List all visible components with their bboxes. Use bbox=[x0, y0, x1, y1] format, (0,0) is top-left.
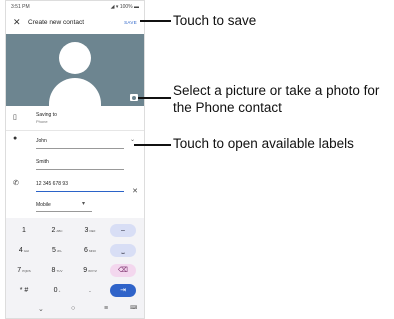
key[interactable]: 5JKL bbox=[44, 244, 70, 257]
key[interactable]: 2ABC bbox=[44, 224, 70, 237]
phone-number-field[interactable]: 12 345 678 93 bbox=[36, 181, 68, 187]
wifi-icon: ▾ bbox=[115, 4, 119, 10]
save-button[interactable]: SAVE bbox=[124, 20, 137, 25]
page-title: Create new contact bbox=[28, 19, 85, 26]
status-time: 3:51 PM bbox=[11, 4, 30, 10]
key[interactable]: 4GHI bbox=[11, 244, 37, 257]
key-label: 8 bbox=[51, 267, 56, 274]
back-icon[interactable]: ⌄ bbox=[38, 305, 44, 313]
key[interactable]: 9WXYZ bbox=[77, 264, 103, 277]
last-name-field[interactable]: Smith bbox=[36, 159, 49, 165]
key[interactable]: 8TUV bbox=[44, 264, 70, 277]
label-chevron-down-icon[interactable]: ▾ bbox=[82, 200, 85, 207]
key-label: 1 bbox=[22, 227, 26, 234]
last-name-underline bbox=[36, 169, 124, 170]
signal-icon: ◢ bbox=[110, 4, 115, 10]
keyboard-icon[interactable]: ⌨ bbox=[130, 305, 137, 311]
key-sublabel: JKL bbox=[56, 249, 63, 253]
divider bbox=[6, 130, 144, 131]
home-icon[interactable]: ○ bbox=[71, 305, 75, 312]
saving-to-value: Phone bbox=[36, 119, 48, 124]
person-icon: ● bbox=[13, 135, 18, 142]
close-icon[interactable]: ✕ bbox=[13, 17, 21, 28]
first-name-underline bbox=[36, 148, 124, 149]
first-name-field[interactable]: John bbox=[36, 138, 47, 144]
phone-screen: 3:51 PM ◢ ▾ 100% ▬ ✕ Create new contact … bbox=[5, 0, 145, 319]
key-sublabel: ABC bbox=[56, 229, 63, 233]
key-sublabel: WXYZ bbox=[88, 269, 97, 273]
key-label: 9 bbox=[83, 267, 88, 274]
status-icons: ◢ ▾ 100% ▬ bbox=[111, 4, 139, 10]
key-label: 4 bbox=[18, 247, 23, 254]
phone-number-underline bbox=[36, 191, 124, 192]
key[interactable]: 6MNO bbox=[77, 244, 103, 257]
clear-icon[interactable]: ✕ bbox=[132, 187, 138, 195]
key[interactable]: – bbox=[110, 224, 136, 237]
key-sublabel: TUV bbox=[56, 269, 63, 273]
first-name-row[interactable]: ● John ⌄ bbox=[6, 135, 144, 151]
phone-number-row[interactable]: ✆ 12 345 678 93 ✕ bbox=[6, 178, 144, 195]
last-name-row[interactable]: Smith bbox=[6, 156, 144, 172]
camera-icon[interactable] bbox=[130, 94, 138, 101]
key[interactable]: 0+ bbox=[44, 284, 70, 297]
recents-icon[interactable]: ≡ bbox=[104, 305, 108, 312]
battery-icon: ▬ bbox=[134, 4, 139, 10]
chevron-down-icon[interactable]: ⌄ bbox=[130, 136, 135, 143]
saving-to-label: Saving to bbox=[36, 112, 57, 118]
contact-photo-area[interactable] bbox=[6, 34, 144, 106]
phone-device-icon: ▯ bbox=[13, 114, 17, 121]
avatar-body bbox=[49, 78, 101, 106]
key-sublabel: GHI bbox=[23, 249, 30, 253]
key-sublabel: + bbox=[58, 289, 61, 293]
nav-bar: ⌄ ○ ≡ ⌨ bbox=[6, 301, 144, 318]
phone-icon: ✆ bbox=[13, 180, 19, 187]
key-label: 7 bbox=[17, 267, 22, 274]
callout-line-labels bbox=[134, 144, 171, 146]
callout-save: Touch to save bbox=[173, 13, 257, 28]
status-bar: 3:51 PM ◢ ▾ 100% ▬ bbox=[6, 1, 144, 12]
callout-labels: Touch to open available labels bbox=[173, 136, 354, 151]
key[interactable]: ⇥ bbox=[110, 284, 136, 297]
key-sublabel: MNO bbox=[88, 249, 96, 253]
key[interactable]: ⌫ bbox=[110, 264, 136, 277]
key[interactable]: 1 bbox=[11, 224, 37, 237]
battery-level: 100% bbox=[119, 4, 133, 10]
key-sublabel: PQRS bbox=[22, 269, 31, 273]
key-label: 6 bbox=[84, 247, 88, 254]
key[interactable]: 3DEF bbox=[77, 224, 103, 237]
app-bar: ✕ Create new contact SAVE bbox=[6, 12, 144, 34]
key-label: . bbox=[89, 287, 91, 294]
key[interactable]: 7PQRS bbox=[11, 264, 37, 277]
key-label: ⌫ bbox=[118, 267, 128, 274]
callout-photo: Select a picture or take a photo for the… bbox=[173, 83, 380, 115]
key-label: ⎵ bbox=[121, 247, 125, 254]
key-label: 0 bbox=[53, 287, 58, 294]
key-label: 5 bbox=[51, 247, 56, 254]
key-label: ⇥ bbox=[120, 287, 126, 294]
callout-line-save bbox=[140, 20, 171, 22]
key-label: 2 bbox=[51, 227, 56, 234]
phone-label-select[interactable]: Mobile bbox=[36, 202, 51, 208]
saving-to-row[interactable]: ▯ Saving to Phone bbox=[6, 111, 144, 129]
key[interactable]: . bbox=[77, 284, 103, 297]
phone-label-underline bbox=[36, 211, 92, 212]
key-label: – bbox=[121, 227, 125, 234]
key[interactable]: ⎵ bbox=[110, 244, 136, 257]
avatar-head bbox=[59, 42, 91, 74]
key-sublabel: DEF bbox=[89, 229, 96, 233]
phone-label-row[interactable]: Mobile ▾ bbox=[6, 200, 144, 215]
key-label: 3 bbox=[84, 227, 89, 234]
key[interactable]: * # bbox=[11, 284, 37, 297]
callout-line-photo bbox=[138, 97, 171, 99]
key-label: * # bbox=[19, 287, 29, 294]
